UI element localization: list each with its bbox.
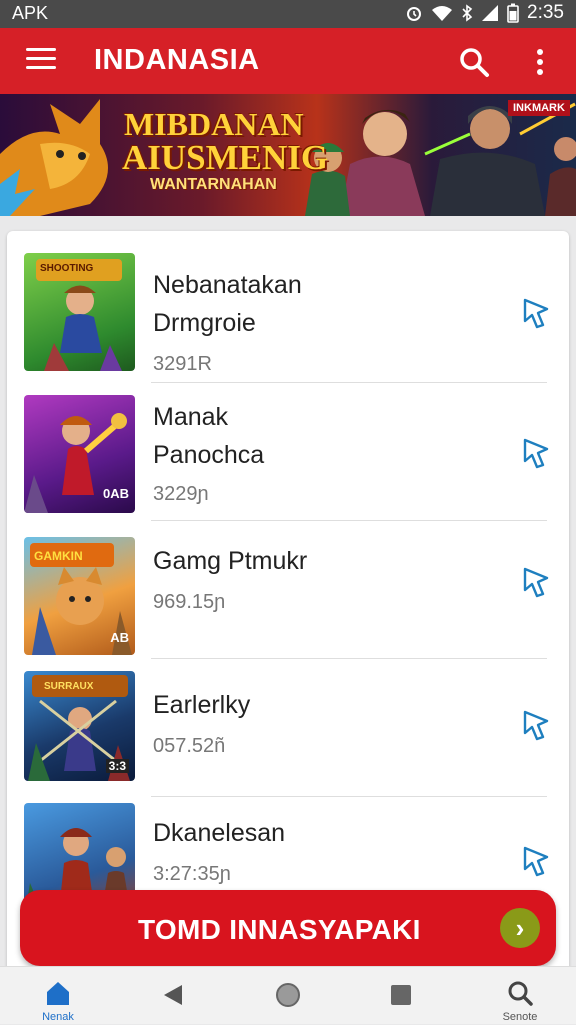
thumb-label: SHOOTING [40,263,94,274]
nav-search-label: Senote [502,1011,538,1023]
recents-icon[interactable] [390,984,412,1006]
app-thumbnail: 0AB [24,395,135,513]
chevron-right-icon: › [500,908,540,948]
thumb-label: GAMKIN [34,549,83,563]
home-icon [47,982,69,1005]
app-name-line1: Manak [153,403,229,431]
app-name-line2: Panochca [153,441,265,469]
back-icon[interactable] [162,983,184,1007]
status-app-label: APK [12,3,49,23]
app-size: 969.15ɲ [153,591,226,613]
bookmark-icon[interactable] [521,845,551,877]
list-item[interactable]: 0AB Manak Panochca 3229ɲ [7,383,569,521]
app-list: SHOOTING Nebanatakan Drmgroie 3291R 0AB … [7,231,569,991]
more-vert-icon[interactable] [530,46,550,78]
bookmark-icon[interactable] [521,437,551,469]
thumb-corner-label: AB [110,630,129,645]
cta-label: TOMD INNASYAPAKI [138,914,421,945]
app-title: INDANASIA [94,44,260,76]
app-size: 3229ɲ [153,483,209,505]
app-thumbnail: GAMKIN AB [24,537,135,655]
app-size: 3291R [153,353,212,375]
list-item[interactable]: SURRAUX 3:3 Earlerlky 057.52ñ [7,659,569,797]
app-bar: INDANASIA [0,28,576,94]
app-size: 057.52ñ [153,735,226,757]
bookmark-icon[interactable] [521,297,551,329]
download-cta-button[interactable]: TOMD INNASYAPAKI › [20,890,556,966]
app-size: 3:27:35ɲ [153,863,231,885]
status-time: 2:35 [527,2,564,23]
thumb-corner-label: 0AB [102,486,129,501]
search-icon [508,981,533,1006]
bookmark-icon[interactable] [521,709,551,741]
bookmark-icon[interactable] [521,566,551,598]
app-thumbnail: SHOOTING [24,253,135,371]
nav-search[interactable]: Senote [490,967,550,1025]
nav-home[interactable]: Nenak [28,967,88,1025]
app-name-line1: Gamg Ptmukr [153,547,308,575]
banner-title-line2: AIUSMENIG [122,138,329,177]
banner-subtitle: WANTARNAHAN [150,176,277,193]
app-thumbnail: SURRAUX 3:3 [24,671,135,781]
app-name-line1: Dkanelesan [153,819,286,847]
promo-banner[interactable]: MIBDANAN AIUSMENIG WANTARNAHAN INKMARK [0,94,576,216]
alarm-icon [407,7,422,21]
list-item[interactable]: SHOOTING Nebanatakan Drmgroie 3291R [7,245,569,383]
signal-icon [482,5,499,21]
banner-badge: INKMARK [508,100,570,116]
app-name-line1: Earlerlky [153,691,251,719]
list-item[interactable]: GAMKIN AB Gamg Ptmukr 969.15ɲ [7,521,569,659]
wifi-icon [432,6,453,21]
search-icon[interactable] [458,46,490,78]
status-icons: 2:35 [405,2,564,24]
app-name-line2: Drmgroie [153,309,256,337]
app-name-line1: Nebanatakan [153,271,302,299]
nav-home-label: Nenak [42,1011,74,1023]
battery-icon [507,3,519,23]
thumb-corner-label: 3:3 [105,759,129,773]
home-circle-icon[interactable] [274,981,302,1009]
status-bar: APK 2:35 [0,0,576,28]
bottom-nav: Nenak Senote [0,966,576,1024]
thumb-label: SURRAUX [44,681,94,692]
bluetooth-icon [462,4,473,22]
hamburger-menu-icon[interactable] [26,48,56,72]
